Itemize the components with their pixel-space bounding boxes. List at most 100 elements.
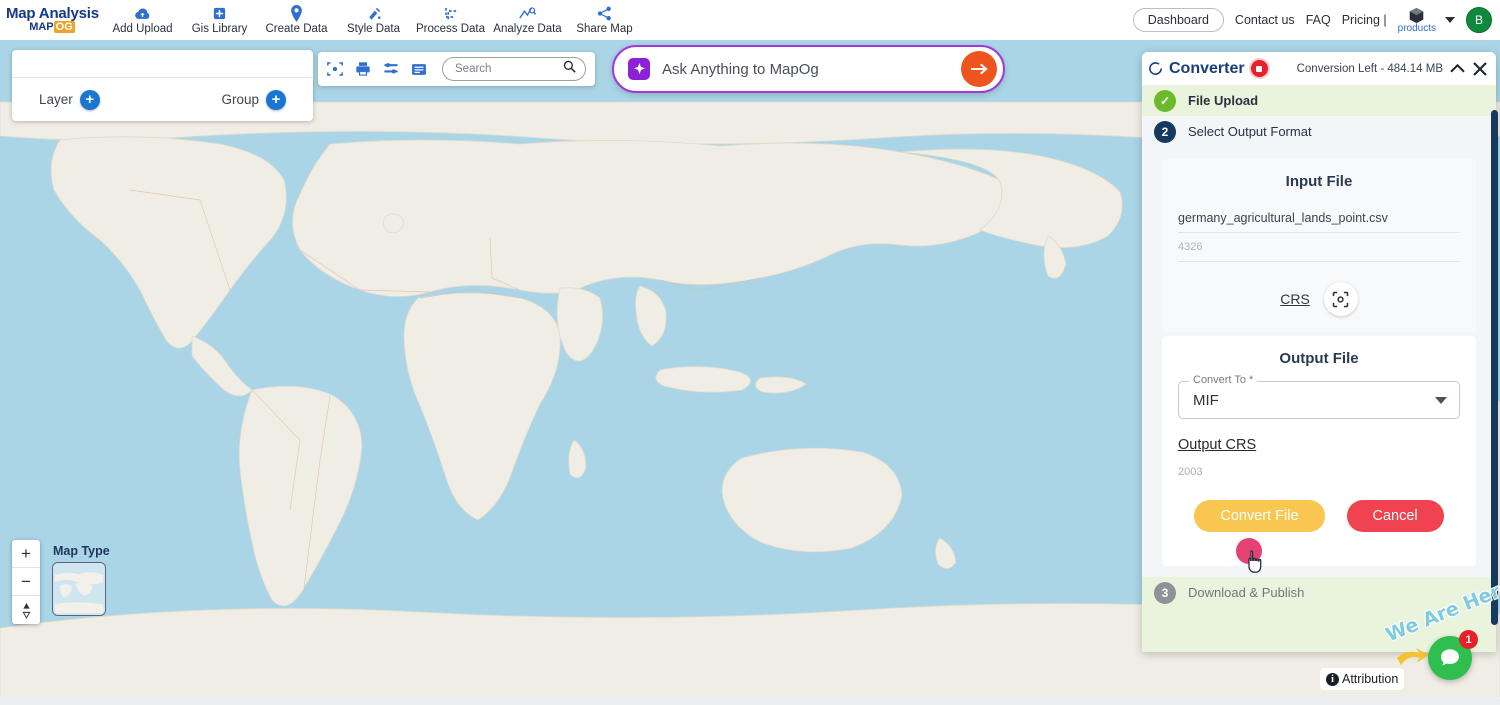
layer-panel-actions: Layer + Group + bbox=[12, 78, 313, 121]
zoom-in-button[interactable]: + bbox=[12, 540, 40, 568]
input-file-name-field[interactable]: germany_agricultural_lands_point.csv bbox=[1178, 204, 1460, 233]
output-file-card: Output File Convert To * MIF Output CRS … bbox=[1162, 336, 1476, 566]
map-toolbar: Search bbox=[318, 52, 595, 86]
nav-right-group: Dashboard Contact us FAQ Pricing | produ… bbox=[1132, 0, 1492, 40]
map-type-thumbnail[interactable] bbox=[52, 562, 106, 616]
nav-item-gis-library[interactable]: Gis Library bbox=[181, 0, 258, 40]
app-logo[interactable]: Map Analysis MAP OG bbox=[0, 5, 104, 34]
paint-roller-icon bbox=[366, 6, 382, 22]
crs-scan-icon[interactable] bbox=[1323, 282, 1358, 316]
focus-crosshair-icon[interactable] bbox=[327, 61, 343, 77]
logo-title: Map Analysis bbox=[6, 5, 99, 23]
close-icon[interactable] bbox=[1472, 61, 1488, 77]
arrow-right-icon[interactable] bbox=[961, 51, 997, 87]
input-crs-field[interactable]: 4326 bbox=[1178, 233, 1460, 262]
record-icon[interactable] bbox=[1250, 60, 1268, 77]
cancel-button[interactable]: Cancel bbox=[1346, 500, 1444, 532]
step-badge-done: ✓ bbox=[1154, 89, 1176, 112]
chevron-up-icon[interactable] bbox=[1449, 62, 1466, 75]
attribution-badge[interactable]: i Attribution bbox=[1320, 668, 1405, 690]
map-type-preview-graphic bbox=[53, 563, 105, 615]
input-crs-row: CRS bbox=[1178, 282, 1460, 316]
add-group-button[interactable]: Group + bbox=[221, 89, 286, 110]
caret-down-icon[interactable] bbox=[1445, 17, 1455, 23]
layer-search-input[interactable] bbox=[12, 50, 313, 78]
convert-file-button[interactable]: Convert File bbox=[1194, 500, 1325, 532]
converter-step-3-label: Download & Publish bbox=[1188, 585, 1305, 600]
app-root: Map Analysis MAP OG Add Upload Gis Librar… bbox=[0, 0, 1500, 705]
nav-item-create-data-label: Create Data bbox=[265, 22, 328, 35]
nav-item-style-data[interactable]: Style Data bbox=[335, 0, 412, 40]
plus-icon[interactable]: + bbox=[266, 89, 286, 110]
printer-icon[interactable] bbox=[355, 61, 371, 77]
chat-unread-badge[interactable]: 1 bbox=[1459, 630, 1478, 649]
nav-link-pricing[interactable]: Pricing | bbox=[1342, 13, 1387, 27]
nav-item-style-data-label: Style Data bbox=[346, 22, 401, 35]
nav-item-share-map[interactable]: Share Map bbox=[566, 0, 643, 40]
search-icon[interactable] bbox=[563, 60, 576, 78]
compass-icon[interactable] bbox=[12, 596, 40, 624]
convert-to-select[interactable]: MIF bbox=[1178, 381, 1460, 419]
step-badge-todo: 3 bbox=[1154, 581, 1176, 604]
products-menu-button[interactable]: products bbox=[1398, 7, 1436, 34]
library-add-icon bbox=[212, 6, 227, 22]
add-layer-button[interactable]: Layer + bbox=[39, 89, 100, 110]
map-type-control: Map Type bbox=[52, 544, 110, 616]
layer-panel: Layer + Group + bbox=[12, 50, 313, 121]
process-crop-icon bbox=[443, 6, 458, 22]
converter-step-file-upload[interactable]: ✓ File Upload bbox=[1142, 85, 1496, 116]
converter-step-select-output-format[interactable]: 2 Select Output Format bbox=[1142, 116, 1496, 147]
converter-step-download-publish[interactable]: 3 Download & Publish bbox=[1142, 577, 1496, 608]
nav-item-add-upload[interactable]: Add Upload bbox=[104, 0, 181, 40]
zoom-controls: + − bbox=[12, 540, 40, 624]
cloud-upload-icon bbox=[134, 6, 151, 22]
dashboard-button[interactable]: Dashboard bbox=[1132, 8, 1224, 32]
top-navigation-bar: Map Analysis MAP OG Add Upload Gis Librar… bbox=[0, 0, 1500, 40]
ask-mapog-placeholder: Ask Anything to MapOg bbox=[662, 60, 819, 78]
nav-link-faq[interactable]: FAQ bbox=[1306, 13, 1331, 27]
input-file-title: Input File bbox=[1285, 173, 1353, 190]
nav-link-contact-us[interactable]: Contact us bbox=[1235, 13, 1295, 27]
input-file-card: Input File germany_agricultural_lands_po… bbox=[1162, 159, 1476, 332]
convert-to-select-wrap: Convert To * MIF bbox=[1178, 374, 1460, 419]
compare-slider-icon[interactable] bbox=[383, 61, 399, 77]
refresh-spinner-icon bbox=[1148, 61, 1163, 76]
nav-item-create-data[interactable]: Create Data bbox=[258, 0, 335, 40]
converter-body: Input File germany_agricultural_lands_po… bbox=[1142, 147, 1496, 577]
analyze-trend-icon bbox=[519, 6, 536, 22]
nav-item-process-data[interactable]: Process Data bbox=[412, 0, 489, 40]
ask-mapog-bar[interactable]: Ask Anything to MapOg bbox=[612, 45, 1005, 93]
nav-item-share-map-label: Share Map bbox=[576, 22, 633, 35]
page-horizontal-scrollbar[interactable] bbox=[0, 697, 1500, 705]
products-menu-label: products bbox=[1397, 22, 1436, 34]
output-file-title: Output File bbox=[1279, 350, 1359, 367]
nav-item-analyze-data[interactable]: Analyze Data bbox=[489, 0, 566, 40]
zoom-out-button[interactable]: − bbox=[12, 568, 40, 596]
map-search-input[interactable]: Search bbox=[442, 57, 586, 81]
nav-items: Add Upload Gis Library Create Data Style… bbox=[104, 0, 643, 40]
logo-map-text: MAP bbox=[29, 21, 54, 34]
add-layer-label: Layer bbox=[39, 92, 73, 107]
chevron-down-icon[interactable] bbox=[1435, 396, 1447, 404]
converter-step-1-label: File Upload bbox=[1188, 93, 1259, 108]
plus-icon[interactable]: + bbox=[79, 89, 100, 110]
output-crs-field[interactable]: 2003 bbox=[1178, 466, 1460, 478]
share-icon bbox=[597, 6, 612, 22]
converter-title: Converter bbox=[1169, 59, 1245, 77]
logo-og-text: OG bbox=[53, 21, 75, 34]
panel-vertical-scrollbar[interactable] bbox=[1491, 110, 1498, 625]
attribution-label: Attribution bbox=[1342, 672, 1399, 686]
avatar[interactable]: B bbox=[1466, 7, 1492, 33]
converter-action-buttons: Convert File Cancel bbox=[1178, 500, 1460, 550]
nav-item-analyze-data-label: Analyze Data bbox=[493, 22, 562, 35]
map-search-placeholder: Search bbox=[455, 63, 492, 75]
legend-note-icon[interactable] bbox=[411, 62, 427, 77]
output-crs-link[interactable]: Output CRS bbox=[1178, 437, 1256, 453]
cube-icon bbox=[1408, 7, 1425, 23]
nav-item-gis-library-label: Gis Library bbox=[191, 22, 248, 35]
nav-item-add-upload-label: Add Upload bbox=[112, 22, 173, 35]
converter-step-2-label: Select Output Format bbox=[1188, 124, 1312, 139]
input-crs-link[interactable]: CRS bbox=[1280, 291, 1310, 307]
convert-to-value: MIF bbox=[1193, 391, 1219, 409]
converter-header: Converter Conversion Left - 484.14 MB bbox=[1142, 52, 1496, 85]
